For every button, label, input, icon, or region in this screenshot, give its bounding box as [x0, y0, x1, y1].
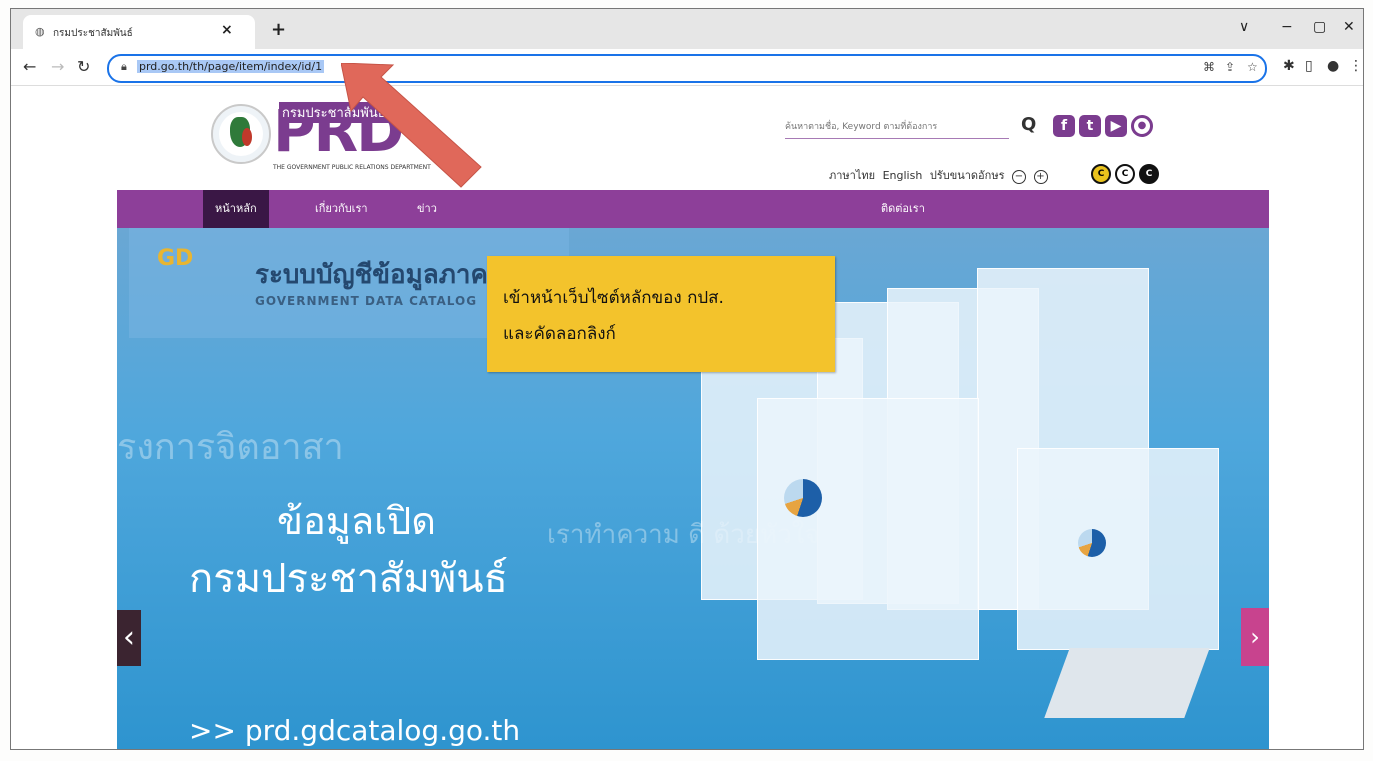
- twitter-icon[interactable]: t: [1079, 115, 1101, 137]
- callout-line2: และคัดลอกลิงก์: [503, 324, 616, 344]
- gd-catalog-logo: GD: [157, 246, 194, 271]
- share-icon[interactable]: ⇪: [1225, 60, 1235, 74]
- tab-strip: ◍ กรมประชาสัมพันธ์ × + ∨ − ▢ ✕: [11, 9, 1363, 49]
- carousel-next-button[interactable]: ›: [1241, 608, 1269, 666]
- pointer-arrow-icon: [341, 63, 482, 188]
- forward-arrow-icon[interactable]: →: [51, 57, 64, 76]
- pie-chart-icon: [1078, 529, 1106, 557]
- lock-icon[interactable]: 🔒︎: [121, 60, 127, 74]
- browser-tab[interactable]: ◍ กรมประชาสัมพันธ์ ×: [23, 15, 255, 49]
- ghost-banner-text: รงการจิตอาสา: [117, 427, 344, 468]
- screen-illustration: [1017, 448, 1219, 650]
- lang-english-link[interactable]: English: [883, 169, 923, 182]
- close-window-button[interactable]: ✕: [1343, 19, 1355, 35]
- hero-title-line2: กรมประชาสัมพันธ์: [189, 556, 508, 602]
- search-icon[interactable]: Q: [1021, 114, 1036, 135]
- youtube-icon[interactable]: ▶: [1105, 115, 1127, 137]
- main-navbar: หน้าหลัก เกี่ยวกับเรา ข่าว ติดต่อเรา: [117, 190, 1269, 228]
- side-panel-icon[interactable]: ▯: [1305, 58, 1313, 74]
- tab-close-icon[interactable]: ×: [221, 22, 233, 38]
- prd-emblem-logo[interactable]: [211, 104, 271, 164]
- maximize-button[interactable]: ▢: [1313, 19, 1326, 35]
- font-decrease-icon[interactable]: −: [1012, 170, 1026, 184]
- back-arrow-icon[interactable]: ←: [23, 57, 36, 76]
- profile-icon[interactable]: ●: [1327, 58, 1339, 74]
- contrast-dark-icon[interactable]: C: [1139, 164, 1159, 184]
- web-page: PRD กรมประชาสัมพันธ์ THE GOVERNMENT PUBL…: [11, 86, 1363, 749]
- contrast-normal-icon[interactable]: C: [1115, 164, 1135, 184]
- tab-title: กรมประชาสัมพันธ์: [53, 28, 133, 39]
- nav-contact[interactable]: ติดต่อเรา: [869, 190, 937, 228]
- lang-thai-link[interactable]: ภาษาไทย: [829, 169, 875, 182]
- hero-catalog-link[interactable]: >> prd.gdcatalog.go.th: [189, 714, 520, 747]
- url-text[interactable]: prd.go.th/th/page/item/index/id/1: [137, 60, 325, 73]
- gd-catalog-title: ระบบบัญชีข้อมูลภาครัฐ: [255, 260, 517, 290]
- nav-home[interactable]: หน้าหลัก: [203, 190, 269, 228]
- bookmark-star-icon[interactable]: ☆: [1247, 60, 1258, 74]
- browser-toolbar: ← → ↻ 🔒︎ prd.go.th/th/page/item/index/id…: [11, 49, 1363, 86]
- contrast-yellow-icon[interactable]: C: [1091, 164, 1111, 184]
- menu-dots-icon[interactable]: ⋮: [1349, 58, 1363, 74]
- user-account-icon[interactable]: ●: [1131, 115, 1153, 137]
- font-increase-icon[interactable]: +: [1033, 170, 1048, 184]
- carousel-prev-button[interactable]: ‹: [117, 610, 141, 666]
- laptop-base: [1044, 648, 1210, 718]
- gd-catalog-subtitle: GOVERNMENT DATA CATALOG: [255, 294, 478, 308]
- site-favicon-icon: ◍: [35, 25, 45, 38]
- instruction-callout: เข้าหน้าเว็บไซต์หลักของ กปส. และคัดลอกลิ…: [487, 256, 835, 372]
- site-search-input[interactable]: [785, 116, 1009, 139]
- screen-illustration: [757, 398, 979, 660]
- callout-line1: เข้าหน้าเว็บไซต์หลักของ กปส.: [503, 288, 724, 308]
- address-bar[interactable]: 🔒︎ prd.go.th/th/page/item/index/id/1 ⌘ ⇪…: [107, 54, 1267, 83]
- browser-window: ◍ กรมประชาสัมพันธ์ × + ∨ − ▢ ✕ ← → ↻ 🔒︎ …: [10, 8, 1364, 750]
- minimize-button[interactable]: −: [1281, 19, 1293, 35]
- hero-title-line1: ข้อมูลเปิด: [277, 499, 436, 543]
- pie-chart-icon: [784, 479, 822, 517]
- reload-icon[interactable]: ↻: [77, 57, 90, 76]
- tab-search-icon[interactable]: ∨: [1239, 19, 1249, 35]
- new-tab-button[interactable]: +: [271, 19, 286, 40]
- translate-icon[interactable]: ⌘: [1203, 60, 1215, 74]
- facebook-icon[interactable]: f: [1053, 115, 1075, 137]
- nav-about[interactable]: เกี่ยวกับเรา: [303, 190, 380, 228]
- font-size-label: ปรับขนาดอักษร: [929, 169, 1005, 182]
- utility-bar: ภาษาไทย English ปรับขนาดอักษร − +: [829, 166, 1052, 184]
- nav-news[interactable]: ข่าว: [405, 190, 449, 228]
- extensions-icon[interactable]: ✱: [1283, 58, 1295, 74]
